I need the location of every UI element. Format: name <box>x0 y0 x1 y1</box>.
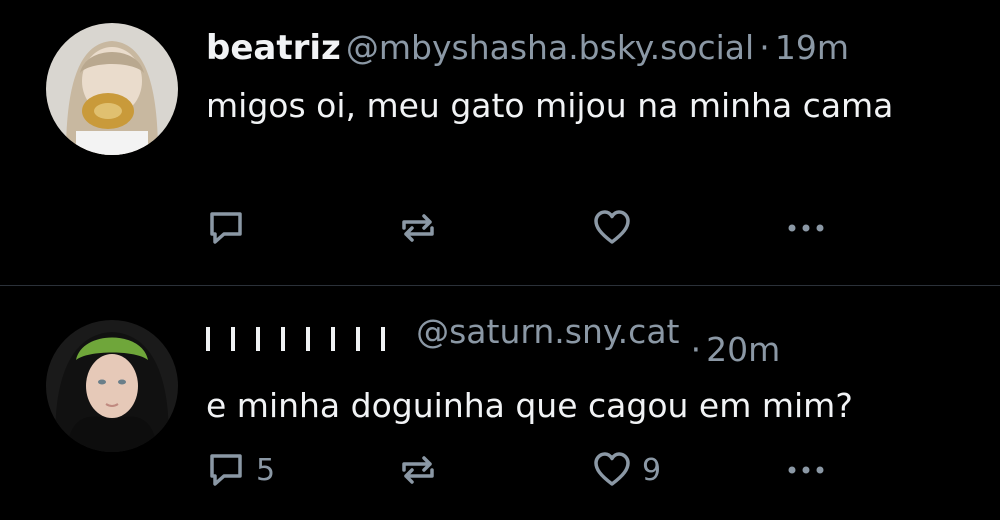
post-text: migos oi, meu gato mijou na minha cama <box>206 86 894 125</box>
reply-button[interactable]: 5 <box>206 450 275 490</box>
post[interactable]: @saturn.sny.cat · 20m e minha doguinha q… <box>0 286 1000 520</box>
post-actions <box>0 208 1000 248</box>
post-header: beatriz @mbyshasha.bsky.social · 19m <box>206 28 849 68</box>
more-button[interactable] <box>784 450 828 490</box>
handle[interactable]: @saturn.sny.cat <box>416 312 679 351</box>
separator: · <box>690 330 702 369</box>
comment-icon <box>210 212 242 244</box>
like-button[interactable]: 9 <box>592 450 661 490</box>
post[interactable]: beatriz @mbyshasha.bsky.social · 19m mig… <box>0 0 1000 285</box>
display-name[interactable]: beatriz <box>206 28 341 68</box>
heart-icon <box>594 210 630 244</box>
more-icon <box>788 466 824 474</box>
repost-button[interactable] <box>398 208 438 248</box>
like-button[interactable] <box>592 208 642 248</box>
like-count: 9 <box>642 452 662 488</box>
display-name-glyphs <box>206 326 385 351</box>
comment-icon <box>210 454 242 486</box>
timestamp[interactable]: 19m <box>775 28 849 67</box>
avatar[interactable] <box>46 320 178 452</box>
repost-button[interactable] <box>398 450 438 490</box>
reply-button[interactable] <box>206 208 256 248</box>
heart-icon <box>594 452 630 486</box>
post-text: e minha doguinha que cagou em mim? <box>206 386 853 425</box>
more-button[interactable] <box>784 208 828 248</box>
post-header: @saturn.sny.cat · 20m <box>206 312 780 369</box>
handle[interactable]: @mbyshasha.bsky.social <box>346 28 754 67</box>
timestamp[interactable]: 20m <box>706 330 780 369</box>
repost-icon <box>402 214 434 242</box>
more-icon <box>788 224 824 232</box>
avatar[interactable] <box>46 23 178 155</box>
separator: · <box>759 28 770 67</box>
repost-icon <box>402 456 434 484</box>
reply-count: 5 <box>256 452 276 488</box>
avatar-image <box>46 23 178 155</box>
avatar-image <box>46 320 178 452</box>
post-actions: 5 9 <box>0 450 1000 490</box>
